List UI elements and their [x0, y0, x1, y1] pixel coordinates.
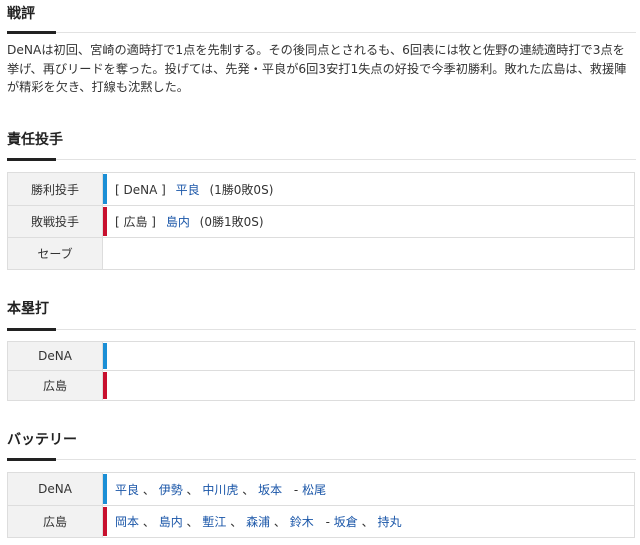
player-link[interactable]: 持丸	[377, 515, 401, 529]
homeruns-table: DeNA 広島	[7, 341, 635, 401]
win-pitcher-record: (1勝0敗0S)	[209, 182, 274, 197]
homeruns-title-rule	[7, 328, 636, 331]
loss-pitcher-row: 敗戦投手 [ 広島 ] 島内 (0勝1敗0S)	[7, 205, 635, 238]
loss-pitcher-value: [ 広島 ] 島内 (0勝1敗0S)	[102, 205, 635, 238]
homeruns-title: 本塁打	[7, 301, 49, 317]
battery-title-rule	[7, 458, 636, 461]
title-accent	[7, 31, 56, 34]
separator: 、	[186, 515, 199, 529]
win-pitcher-value: [ DeNA ] 平良 (1勝0敗0S)	[102, 172, 635, 206]
review-title: 戦評	[7, 6, 35, 22]
homerun-team-label: DeNA	[7, 341, 103, 371]
dash: -	[293, 482, 299, 497]
player-link[interactable]: 中川虎	[202, 483, 238, 497]
loss-pitcher-record: (0勝1敗0S)	[199, 215, 264, 229]
player-link[interactable]: 岡本	[115, 515, 139, 529]
battery-row-hiroshima: 広島 岡本 、 島内 、 塹江 、 森浦 、 鈴木 - 坂倉 、 持丸	[7, 505, 635, 538]
homerun-row-hiroshima: 広島	[7, 370, 635, 401]
separator: 、	[361, 515, 374, 529]
separator: 、	[242, 482, 255, 497]
player-link[interactable]: 坂本	[258, 483, 282, 497]
dena-team-bar	[103, 174, 107, 204]
battery-table: DeNA 平良 、 伊勢 、 中川虎 、 坂本 - 松尾 広島 岡本 、 島内 …	[7, 472, 635, 538]
save-pitcher-value	[102, 237, 635, 270]
player-link[interactable]: 鈴木	[290, 515, 314, 529]
separator: 、	[273, 515, 286, 529]
player-link[interactable]: 松尾	[302, 483, 326, 497]
title-accent	[7, 328, 56, 331]
battery-team-label: DeNA	[7, 472, 103, 506]
separator: 、	[186, 482, 199, 497]
title-accent	[7, 458, 56, 461]
homerun-value	[102, 370, 635, 401]
player-link[interactable]: 森浦	[246, 515, 270, 529]
player-link[interactable]: 塹江	[202, 515, 226, 529]
review-title-rule	[7, 31, 636, 34]
dena-team-bar	[103, 474, 107, 504]
battery-team-label: 広島	[7, 505, 103, 538]
hiroshima-team-bar	[103, 507, 107, 536]
dash: -	[325, 515, 330, 529]
player-link[interactable]: 伊勢	[159, 483, 183, 497]
battery-row-dena: DeNA 平良 、 伊勢 、 中川虎 、 坂本 - 松尾	[7, 472, 635, 506]
win-pitcher-link[interactable]: 平良	[176, 183, 200, 197]
loss-pitcher-team: [ 広島 ]	[115, 215, 156, 229]
separator: 、	[230, 515, 243, 529]
player-link[interactable]: 島内	[159, 515, 183, 529]
player-link[interactable]: 坂倉	[334, 515, 358, 529]
homerun-team-label: 広島	[7, 370, 103, 401]
battery-title: バッテリー	[7, 432, 77, 448]
pitchers-title: 責任投手	[7, 132, 63, 148]
hiroshima-team-bar	[103, 372, 107, 399]
pitchers-table: 勝利投手 [ DeNA ] 平良 (1勝0敗0S) 敗戦投手 [ 広島 ] 島内…	[7, 172, 635, 270]
battery-value: 平良 、 伊勢 、 中川虎 、 坂本 - 松尾	[102, 472, 635, 506]
pitchers-title-rule	[7, 158, 636, 161]
review-text: DeNAは初回、宮崎の適時打で1点を先制する。その後同点とされるも、6回表には牧…	[7, 43, 627, 94]
separator: 、	[142, 482, 155, 497]
win-pitcher-team: [ DeNA ]	[115, 182, 166, 197]
player-link[interactable]: 平良	[115, 483, 139, 497]
dena-team-bar	[103, 343, 107, 369]
save-pitcher-label: セーブ	[7, 237, 103, 270]
loss-pitcher-link[interactable]: 島内	[166, 215, 190, 229]
separator: 、	[142, 515, 155, 529]
win-pitcher-row: 勝利投手 [ DeNA ] 平良 (1勝0敗0S)	[7, 172, 635, 206]
loss-pitcher-label: 敗戦投手	[7, 205, 103, 238]
battery-value: 岡本 、 島内 、 塹江 、 森浦 、 鈴木 - 坂倉 、 持丸	[102, 505, 635, 538]
homerun-value	[102, 341, 635, 371]
win-pitcher-label: 勝利投手	[7, 172, 103, 206]
hiroshima-team-bar	[103, 207, 107, 236]
title-accent	[7, 158, 56, 161]
homerun-row-dena: DeNA	[7, 341, 635, 371]
save-pitcher-row: セーブ	[7, 237, 635, 270]
